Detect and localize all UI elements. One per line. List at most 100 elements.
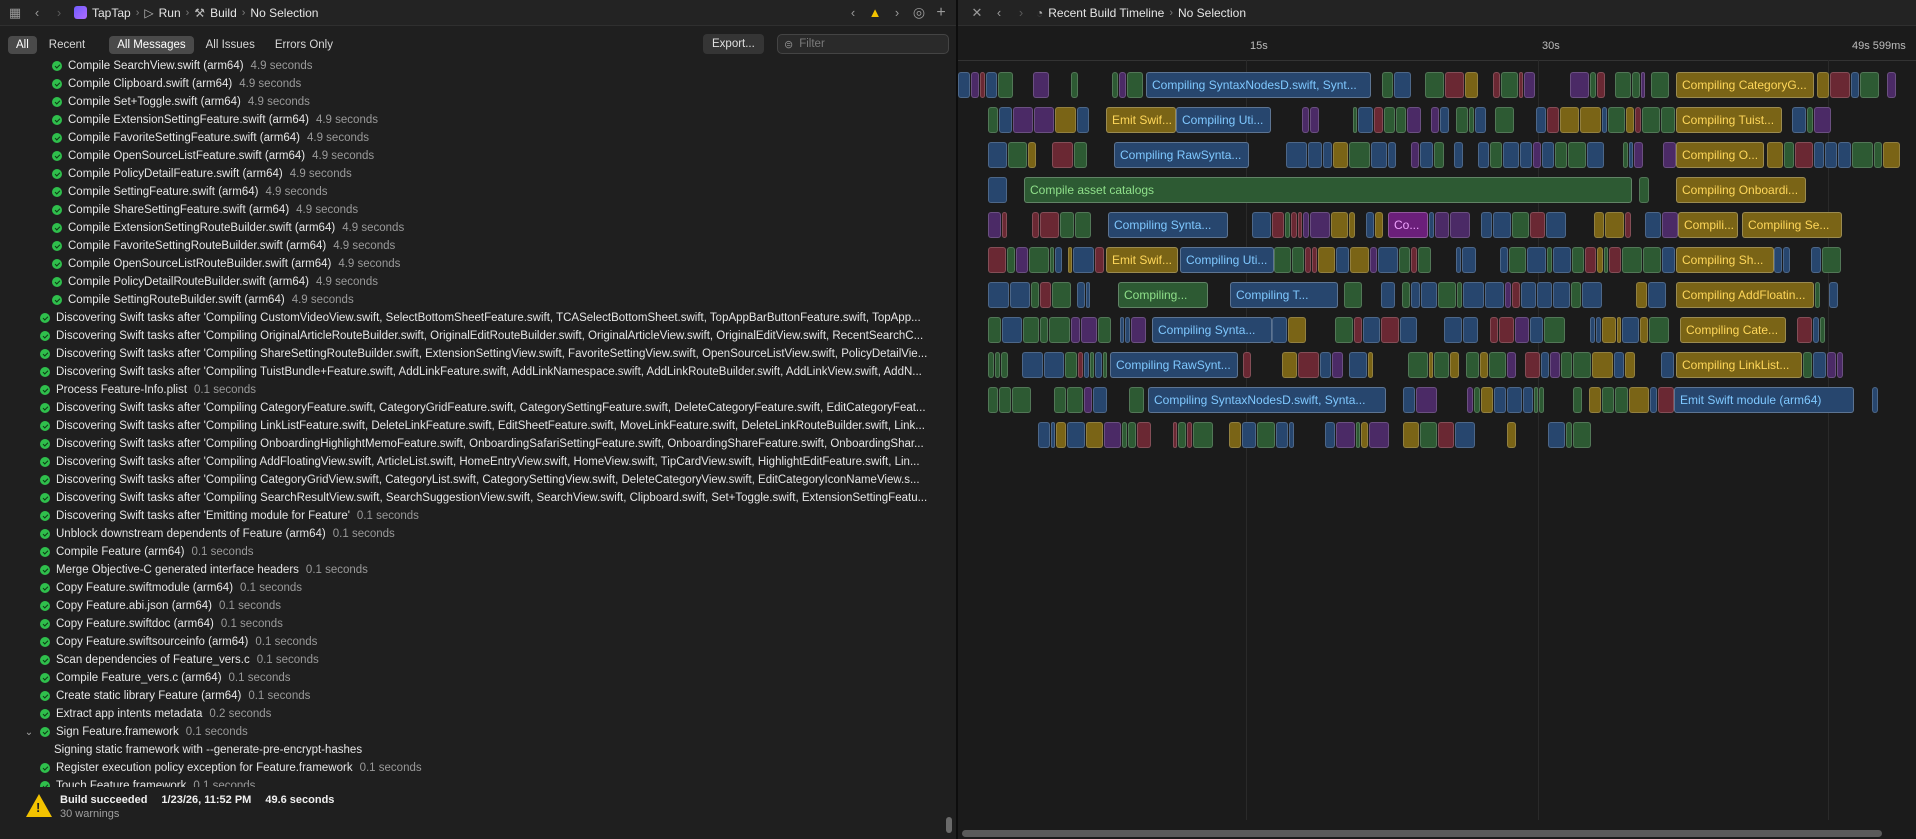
timeline-task-block[interactable] bbox=[1524, 72, 1535, 98]
timeline-task-block[interactable] bbox=[1573, 422, 1591, 448]
timeline-task-block[interactable] bbox=[1626, 107, 1634, 133]
log-row[interactable]: Compile Clipboard.swift (arm64) 4.9 secon… bbox=[52, 75, 940, 93]
timeline-task-block[interactable] bbox=[1310, 212, 1330, 238]
warning-icon[interactable]: ▲ bbox=[864, 2, 886, 24]
timeline-task-block[interactable] bbox=[988, 352, 994, 378]
log-row[interactable]: Register execution policy exception for … bbox=[40, 759, 940, 777]
timeline-task-block[interactable] bbox=[1002, 212, 1007, 238]
timeline-task-block[interactable] bbox=[1086, 422, 1103, 448]
timeline-task-block[interactable] bbox=[1456, 247, 1461, 273]
timeline-task-block[interactable] bbox=[1434, 352, 1449, 378]
timeline-task-block[interactable] bbox=[1536, 107, 1546, 133]
timeline-task-block[interactable] bbox=[1481, 387, 1493, 413]
timeline-task-block[interactable] bbox=[1811, 247, 1821, 273]
timeline-task-block[interactable] bbox=[1474, 387, 1480, 413]
timeline-task-block[interactable] bbox=[1445, 72, 1464, 98]
timeline-task-block[interactable] bbox=[1640, 317, 1648, 343]
timeline-task-block[interactable] bbox=[1457, 282, 1462, 308]
timeline-task-block[interactable] bbox=[1007, 247, 1015, 273]
timeline-task-block[interactable] bbox=[1298, 212, 1302, 238]
timeline-task-labeled[interactable]: Compiling Synta... bbox=[1152, 317, 1272, 343]
timeline-task-block[interactable] bbox=[1455, 422, 1475, 448]
timeline-task-block[interactable] bbox=[1582, 282, 1602, 308]
log-scrollbar[interactable] bbox=[944, 57, 954, 837]
timeline-task-block[interactable] bbox=[1429, 352, 1433, 378]
timeline-task-block[interactable] bbox=[1120, 317, 1124, 343]
timeline-task-block[interactable] bbox=[1650, 387, 1657, 413]
timeline-task-labeled[interactable]: Compili... bbox=[1678, 212, 1738, 238]
timeline-task-block[interactable] bbox=[1615, 387, 1628, 413]
timeline-task-block[interactable] bbox=[1542, 142, 1554, 168]
timeline-task-block[interactable] bbox=[1038, 422, 1050, 448]
timeline-task-block[interactable] bbox=[1399, 247, 1410, 273]
log-row[interactable]: Signing static framework with --generate… bbox=[54, 741, 940, 759]
timeline-task-block[interactable] bbox=[1333, 142, 1348, 168]
timeline-task-block[interactable] bbox=[1075, 212, 1091, 238]
timeline-task-labeled[interactable]: Compiling SyntaxNodesD.swift, Synt... bbox=[1146, 72, 1371, 98]
log-row[interactable]: Copy Feature.swiftmodule (arm64) 0.1 seco… bbox=[40, 579, 940, 597]
timeline-task-block[interactable] bbox=[1128, 422, 1136, 448]
crumb-run[interactable]: Run bbox=[159, 6, 181, 20]
timeline-task-block[interactable] bbox=[1512, 282, 1520, 308]
timeline-task-block[interactable] bbox=[1634, 142, 1643, 168]
timeline-task-block[interactable] bbox=[1272, 212, 1284, 238]
timeline-task-block[interactable] bbox=[1298, 352, 1319, 378]
timeline-task-block[interactable] bbox=[1560, 107, 1579, 133]
timeline-task-block[interactable] bbox=[1388, 142, 1396, 168]
timeline-task-block[interactable] bbox=[988, 212, 1001, 238]
log-row[interactable]: Process Feature-Info.plist 0.1 seconds bbox=[40, 381, 940, 399]
timeline-task-block[interactable] bbox=[1635, 107, 1641, 133]
timeline-task-block[interactable] bbox=[1541, 352, 1549, 378]
timeline-task-block[interactable] bbox=[1645, 212, 1661, 238]
disclosure-chevron-icon[interactable]: ⌄ bbox=[22, 727, 36, 738]
timeline-task-block[interactable] bbox=[1095, 352, 1102, 378]
log-row[interactable]: Compile ExtensionSettingRouteBuilder.swi… bbox=[52, 219, 940, 237]
timeline-task-block[interactable] bbox=[1454, 142, 1463, 168]
timeline-task-block[interactable] bbox=[1050, 247, 1054, 273]
timeline-task-block[interactable] bbox=[1813, 317, 1819, 343]
timeline-task-labeled[interactable]: Emit Swift module (arm64) bbox=[1674, 387, 1854, 413]
back-chevron-icon[interactable]: ‹ bbox=[988, 2, 1010, 24]
timeline-task-block[interactable] bbox=[1332, 352, 1343, 378]
timeline-task-block[interactable] bbox=[1032, 212, 1039, 238]
timeline-task-block[interactable] bbox=[1505, 282, 1511, 308]
log-row[interactable]: Discovering Swift tasks after 'Compiling… bbox=[40, 489, 940, 507]
log-row[interactable]: Merge Objective-C generated interface he… bbox=[40, 561, 940, 579]
timeline-task-block[interactable] bbox=[1411, 247, 1417, 273]
timeline-task-block[interactable] bbox=[1104, 422, 1121, 448]
timeline-task-block[interactable] bbox=[1530, 212, 1545, 238]
timeline-task-block[interactable] bbox=[1356, 422, 1360, 448]
timeline-task-block[interactable] bbox=[1187, 422, 1192, 448]
timeline-task-block[interactable] bbox=[1661, 107, 1675, 133]
timeline-task-labeled[interactable]: Compiling SyntaxNodesD.swift, Synta... bbox=[1148, 387, 1386, 413]
timeline-task-block[interactable] bbox=[1820, 317, 1825, 343]
log-row[interactable]: Discovering Swift tasks after 'Compiling… bbox=[40, 363, 940, 381]
timeline-task-block[interactable] bbox=[1493, 212, 1511, 238]
timeline-task-block[interactable] bbox=[1408, 352, 1428, 378]
log-row[interactable]: ⌄ Sign Feature.framework 0.1 seconds bbox=[22, 723, 922, 741]
timeline-task-labeled[interactable]: Compiling LinkList... bbox=[1676, 352, 1802, 378]
scope-recent-tab[interactable]: Recent bbox=[41, 36, 93, 54]
timeline-task-block[interactable] bbox=[1622, 317, 1639, 343]
timeline-task-block[interactable] bbox=[1817, 72, 1829, 98]
timeline-task-block[interactable] bbox=[1368, 352, 1373, 378]
timeline-task-block[interactable] bbox=[1602, 317, 1616, 343]
related-items-icon[interactable]: ◎ bbox=[908, 2, 930, 24]
timeline-task-block[interactable] bbox=[1276, 422, 1288, 448]
log-row[interactable]: Compile ExtensionSettingFeature.swift (a… bbox=[52, 111, 940, 129]
timeline-task-block[interactable] bbox=[1814, 107, 1831, 133]
timeline-task-block[interactable] bbox=[1093, 387, 1107, 413]
timeline-task-block[interactable] bbox=[1349, 212, 1355, 238]
timeline-task-block[interactable] bbox=[1323, 142, 1332, 168]
timeline-task-block[interactable] bbox=[1614, 352, 1624, 378]
timeline-task-block[interactable] bbox=[1178, 422, 1186, 448]
timeline-task-block[interactable] bbox=[1119, 72, 1126, 98]
timeline-task-block[interactable] bbox=[1312, 247, 1317, 273]
timeline-task-block[interactable] bbox=[1615, 72, 1631, 98]
timeline-task-block[interactable] bbox=[1642, 107, 1660, 133]
timeline-task-block[interactable] bbox=[1507, 352, 1516, 378]
timeline-task-labeled[interactable]: Emit Swif... bbox=[1106, 247, 1178, 273]
timeline-task-block[interactable] bbox=[1852, 142, 1873, 168]
timeline-task-block[interactable] bbox=[1044, 352, 1064, 378]
timeline-task-block[interactable] bbox=[1872, 387, 1878, 413]
